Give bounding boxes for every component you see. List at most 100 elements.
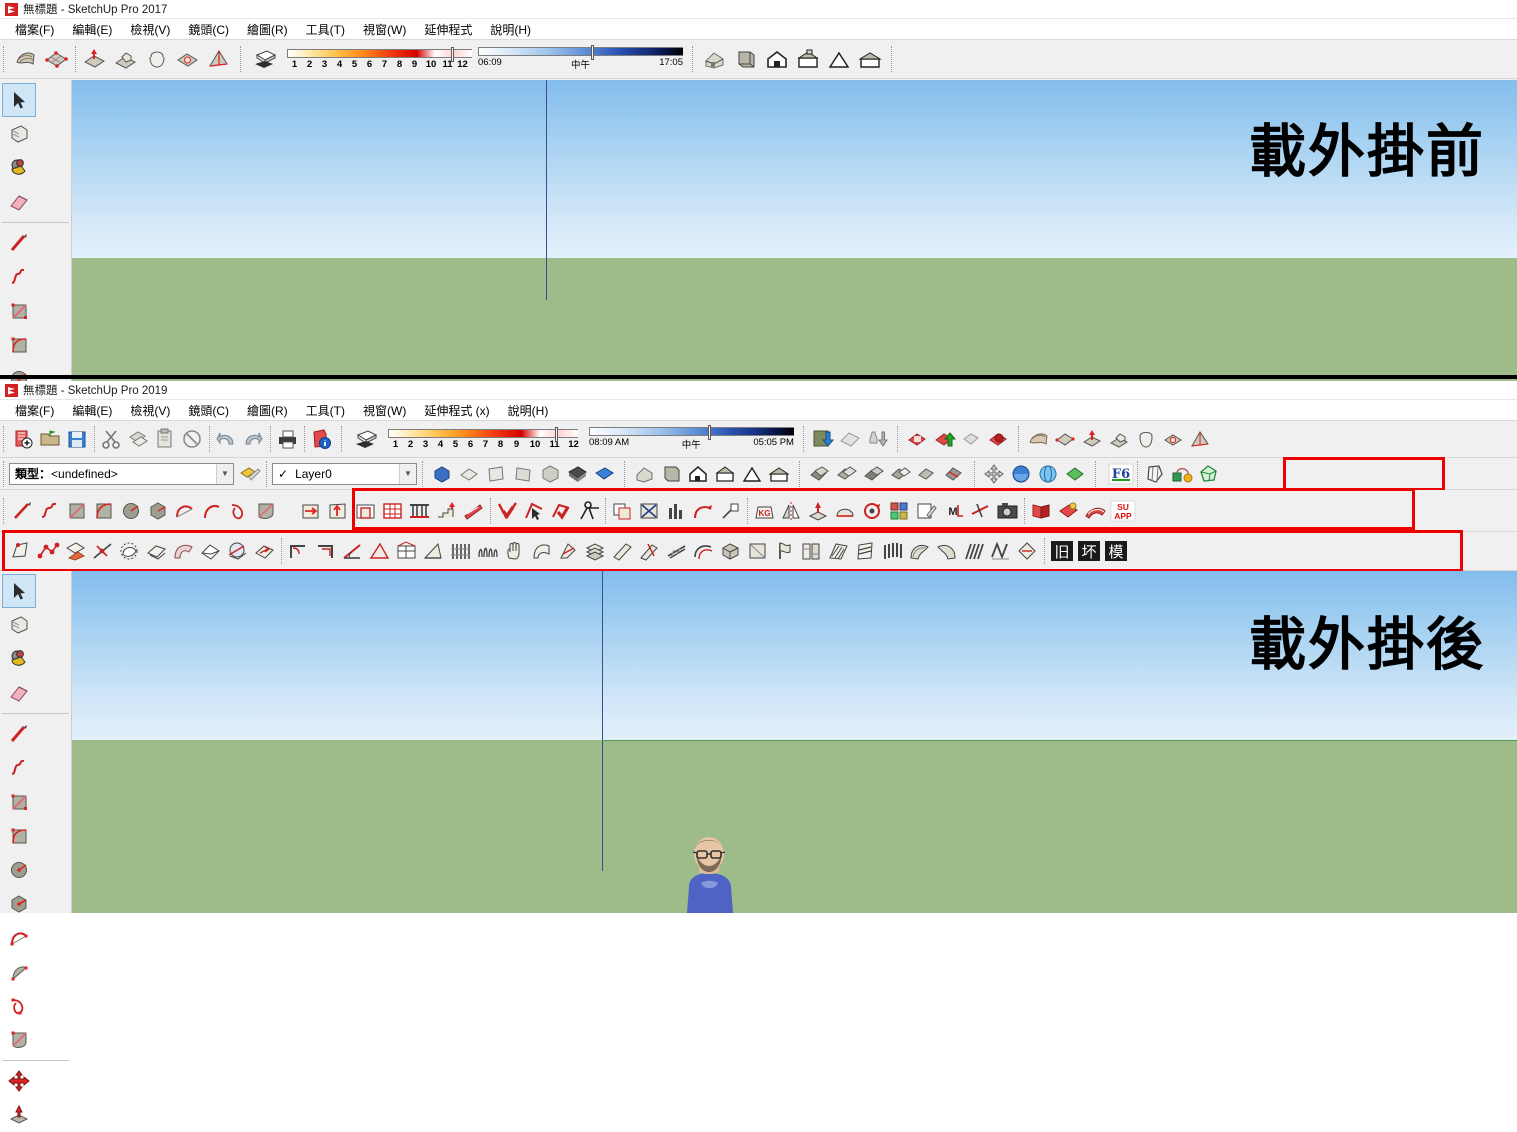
arc-icon[interactable] bbox=[172, 497, 199, 524]
menu-file[interactable]: 檔案(F) bbox=[6, 401, 63, 420]
month-slider[interactable]: 1 2 3 4 5 6 7 8 9 10 11 12 bbox=[287, 46, 472, 70]
f6-plugin-icon[interactable]: F6 bbox=[1107, 460, 1134, 487]
plugin-array-icon[interactable] bbox=[886, 497, 913, 524]
make-component-icon[interactable] bbox=[2, 608, 36, 642]
line-icon[interactable] bbox=[2, 717, 36, 751]
plugin-hand-icon[interactable] bbox=[501, 538, 528, 565]
share-model-icon[interactable] bbox=[864, 426, 891, 453]
polygon-icon[interactable] bbox=[145, 497, 172, 524]
rotated-rectangle-icon[interactable] bbox=[2, 819, 36, 853]
erase-icon[interactable] bbox=[179, 426, 206, 453]
move-icon[interactable] bbox=[2, 1064, 36, 1098]
plugin-select-edge-icon[interactable] bbox=[521, 497, 548, 524]
plugin-sphere-cut-icon[interactable] bbox=[224, 538, 251, 565]
cut-icon[interactable] bbox=[98, 426, 125, 453]
subtract-icon[interactable] bbox=[887, 460, 914, 487]
plugin-curve-band-icon[interactable] bbox=[170, 538, 197, 565]
menu-help[interactable]: 說明(H) bbox=[481, 20, 540, 39]
plugin-solid-box-icon[interactable] bbox=[717, 538, 744, 565]
toggle-terrain-icon[interactable] bbox=[837, 426, 864, 453]
plugin-beam-icon[interactable] bbox=[609, 538, 636, 565]
shadow-toggle-icon[interactable] bbox=[351, 424, 382, 455]
plugin-blinds-icon[interactable] bbox=[879, 538, 906, 565]
menu-camera[interactable]: 鏡頭(C) bbox=[179, 20, 238, 39]
plugin-hatch2-icon[interactable] bbox=[852, 538, 879, 565]
curve-plugin-icon[interactable] bbox=[1168, 460, 1195, 487]
menu-view[interactable]: 檢視(V) bbox=[121, 20, 179, 39]
rectangle-icon[interactable] bbox=[2, 785, 36, 819]
stamp-icon[interactable] bbox=[1106, 426, 1133, 453]
plugin-cut-line-icon[interactable] bbox=[967, 497, 994, 524]
month-slider-thumb[interactable] bbox=[451, 46, 454, 62]
rotated-rectangle-icon[interactable] bbox=[2, 328, 36, 362]
three-point-arc-icon[interactable] bbox=[2, 989, 36, 1023]
circle-icon[interactable] bbox=[118, 497, 145, 524]
plugin-roof-icon[interactable] bbox=[197, 538, 224, 565]
plugin-columns-icon[interactable] bbox=[406, 497, 433, 524]
plugin-corner-r-icon[interactable] bbox=[312, 538, 339, 565]
plugin-ribs-icon[interactable] bbox=[960, 538, 987, 565]
menu-view[interactable]: 檢視(V) bbox=[121, 401, 179, 420]
plugin-mirror-icon[interactable] bbox=[778, 497, 805, 524]
plugin-extrude-icon[interactable] bbox=[298, 497, 325, 524]
hidden-line-house-icon[interactable] bbox=[792, 44, 823, 75]
shaded-house-icon[interactable] bbox=[739, 460, 766, 487]
position-camera-icon[interactable] bbox=[981, 460, 1008, 487]
plugin-check-v-icon[interactable] bbox=[494, 497, 521, 524]
plugin-stack-icon[interactable] bbox=[798, 538, 825, 565]
smoove-icon[interactable] bbox=[79, 44, 110, 75]
plugin-face-arrow-icon[interactable] bbox=[251, 538, 278, 565]
month-slider[interactable]: 1 2 3 4 5 6 7 8 9 10 11 12 bbox=[388, 426, 583, 450]
plugin-delete-face-icon[interactable] bbox=[636, 497, 663, 524]
plugin-paint-icon[interactable] bbox=[1055, 497, 1082, 524]
plugin-shell2-icon[interactable] bbox=[933, 538, 960, 565]
plugin-axis-icon[interactable] bbox=[89, 538, 116, 565]
two-point-arc-icon[interactable] bbox=[199, 497, 226, 524]
paint-bucket-icon[interactable] bbox=[2, 151, 36, 185]
open-icon[interactable] bbox=[37, 426, 64, 453]
top-view-icon[interactable] bbox=[456, 460, 483, 487]
flip-edge-icon[interactable] bbox=[203, 44, 234, 75]
time-slider[interactable]: 06:09 中午 17:05 bbox=[478, 45, 683, 71]
gem-plugin-icon[interactable] bbox=[1195, 460, 1222, 487]
menu-draw[interactable]: 繪圖(R) bbox=[238, 401, 297, 420]
from-contours-icon[interactable] bbox=[10, 44, 41, 75]
pie-icon[interactable] bbox=[253, 497, 280, 524]
plugin-sweep-icon[interactable] bbox=[1082, 497, 1109, 524]
drape-icon[interactable] bbox=[1133, 426, 1160, 453]
shaded-texture-house-icon[interactable] bbox=[854, 44, 885, 75]
back-view-icon[interactable] bbox=[537, 460, 564, 487]
paint-bucket-icon[interactable] bbox=[2, 642, 36, 676]
paste-icon[interactable] bbox=[152, 426, 179, 453]
redo-icon[interactable] bbox=[240, 426, 267, 453]
time-slider-thumb[interactable] bbox=[591, 45, 594, 60]
plugin-copy-face-icon[interactable] bbox=[609, 497, 636, 524]
plugin-triangle-fill-icon[interactable] bbox=[366, 538, 393, 565]
rectangle-icon[interactable] bbox=[2, 294, 36, 328]
plugin-compass-icon[interactable] bbox=[575, 497, 602, 524]
from-scratch-icon[interactable] bbox=[1052, 426, 1079, 453]
select-arrow-icon[interactable] bbox=[2, 574, 36, 608]
line-icon[interactable] bbox=[10, 497, 37, 524]
plugin-face-corner-icon[interactable] bbox=[8, 538, 35, 565]
drape-icon[interactable] bbox=[141, 44, 172, 75]
trim-icon[interactable] bbox=[914, 460, 941, 487]
outliner-icon[interactable] bbox=[985, 426, 1012, 453]
flip-edge-icon[interactable] bbox=[1187, 426, 1214, 453]
arc-icon[interactable] bbox=[2, 921, 36, 955]
plugin-grid-window-icon[interactable] bbox=[379, 497, 406, 524]
plugin-flip-face-icon[interactable] bbox=[143, 538, 170, 565]
plugin-window-frame-icon[interactable] bbox=[393, 538, 420, 565]
plugin-panel-icon[interactable] bbox=[744, 538, 771, 565]
iso-view-icon[interactable] bbox=[429, 460, 456, 487]
from-scratch-icon[interactable] bbox=[41, 44, 72, 75]
plugin-text-icon-1[interactable]: 旧 bbox=[1048, 538, 1075, 565]
from-contours-icon[interactable] bbox=[1025, 426, 1052, 453]
section-plane-icon[interactable] bbox=[591, 460, 618, 487]
menu-tools[interactable]: 工具(T) bbox=[297, 20, 354, 39]
plugin-text-icon-2[interactable]: 坏 bbox=[1075, 538, 1102, 565]
plugin-camera-icon[interactable] bbox=[994, 497, 1021, 524]
back-edges-icon[interactable] bbox=[658, 460, 685, 487]
menu-window[interactable]: 視窗(W) bbox=[354, 401, 415, 420]
shadow-toggle-icon[interactable] bbox=[250, 44, 281, 75]
